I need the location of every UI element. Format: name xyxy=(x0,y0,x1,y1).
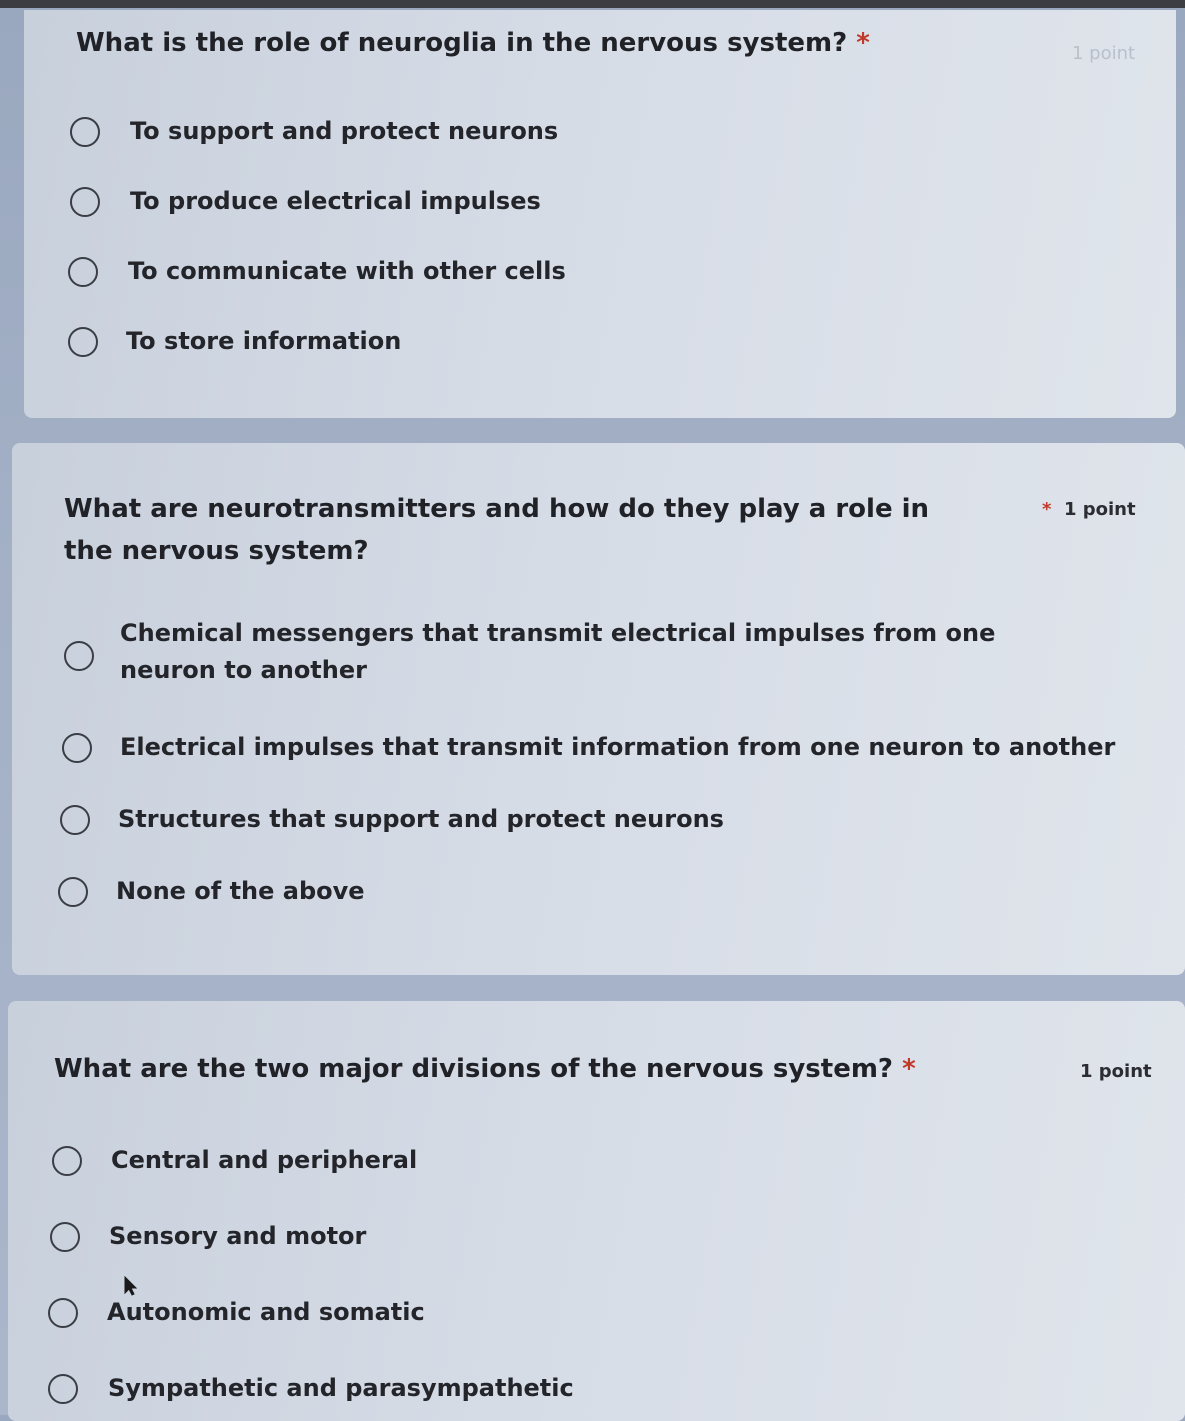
radio-button[interactable] xyxy=(64,641,94,671)
option-none-of-the-above[interactable]: None of the above xyxy=(58,873,758,913)
option-central-peripheral[interactable]: Central and peripheral xyxy=(52,1142,752,1182)
option-support-structures[interactable]: Structures that support and protect neur… xyxy=(60,801,860,841)
option-communicate-other-cells[interactable]: To communicate with other cells xyxy=(68,253,768,293)
option-support-protect-neurons[interactable]: To support and protect neurons xyxy=(70,113,770,153)
mouse-pointer-icon xyxy=(124,1276,138,1296)
option-label: To communicate with other cells xyxy=(128,257,566,285)
radio-button[interactable] xyxy=(68,257,98,287)
radio-button[interactable] xyxy=(70,117,100,147)
top-bar xyxy=(0,0,1185,8)
required-asterisk: * xyxy=(902,1054,916,1084)
option-label: Structures that support and protect neur… xyxy=(118,805,724,833)
option-label: To produce electrical impulses xyxy=(130,187,541,215)
question-title: What are the two major divisions of the … xyxy=(54,1054,916,1084)
points-label: 1 point xyxy=(1072,43,1136,64)
points-label: * 1 point xyxy=(1042,499,1136,520)
option-sympathetic-parasympathetic[interactable]: Sympathetic and parasympathetic xyxy=(48,1370,848,1410)
radio-button[interactable] xyxy=(70,187,100,217)
option-sensory-motor[interactable]: Sensory and motor xyxy=(50,1218,750,1258)
required-asterisk: * xyxy=(1042,499,1052,520)
question-card-1: What is the role of neuroglia in the ner… xyxy=(24,10,1176,418)
question-title: What is the role of neuroglia in the ner… xyxy=(76,28,870,58)
option-electrical-impulses[interactable]: Electrical impulses that transmit inform… xyxy=(62,729,1116,769)
option-label: To store information xyxy=(126,327,402,355)
radio-button[interactable] xyxy=(62,733,92,763)
radio-button[interactable] xyxy=(60,805,90,835)
option-autonomic-somatic[interactable]: Autonomic and somatic xyxy=(48,1294,748,1334)
radio-button[interactable] xyxy=(50,1222,80,1252)
question-card-3: What are the two major divisions of the … xyxy=(8,1001,1185,1421)
option-label: Sympathetic and parasympathetic xyxy=(108,1374,574,1402)
radio-button[interactable] xyxy=(52,1146,82,1176)
radio-button[interactable] xyxy=(58,877,88,907)
option-store-information[interactable]: To store information xyxy=(68,323,768,363)
question-title: What are neurotransmitters and how do th… xyxy=(64,494,930,566)
question-card-2: What are neurotransmitters and how do th… xyxy=(12,443,1185,975)
option-produce-electrical-impulses[interactable]: To produce electrical impulses xyxy=(70,183,770,223)
option-label: Central and peripheral xyxy=(111,1146,418,1174)
radio-button[interactable] xyxy=(68,327,98,357)
option-label: Electrical impulses that transmit inform… xyxy=(120,733,1116,761)
option-chemical-messengers[interactable]: Chemical messengers that transmit electr… xyxy=(64,615,1094,695)
required-asterisk: * xyxy=(856,28,870,58)
points-label: 1 point xyxy=(1080,1061,1152,1082)
radio-button[interactable] xyxy=(48,1374,78,1404)
option-label: None of the above xyxy=(116,877,365,905)
option-label: To support and protect neurons xyxy=(130,117,559,145)
option-label: Chemical messengers that transmit electr… xyxy=(120,619,996,684)
option-label: Autonomic and somatic xyxy=(107,1298,425,1326)
radio-button[interactable] xyxy=(48,1298,78,1328)
option-label: Sensory and motor xyxy=(109,1222,367,1250)
